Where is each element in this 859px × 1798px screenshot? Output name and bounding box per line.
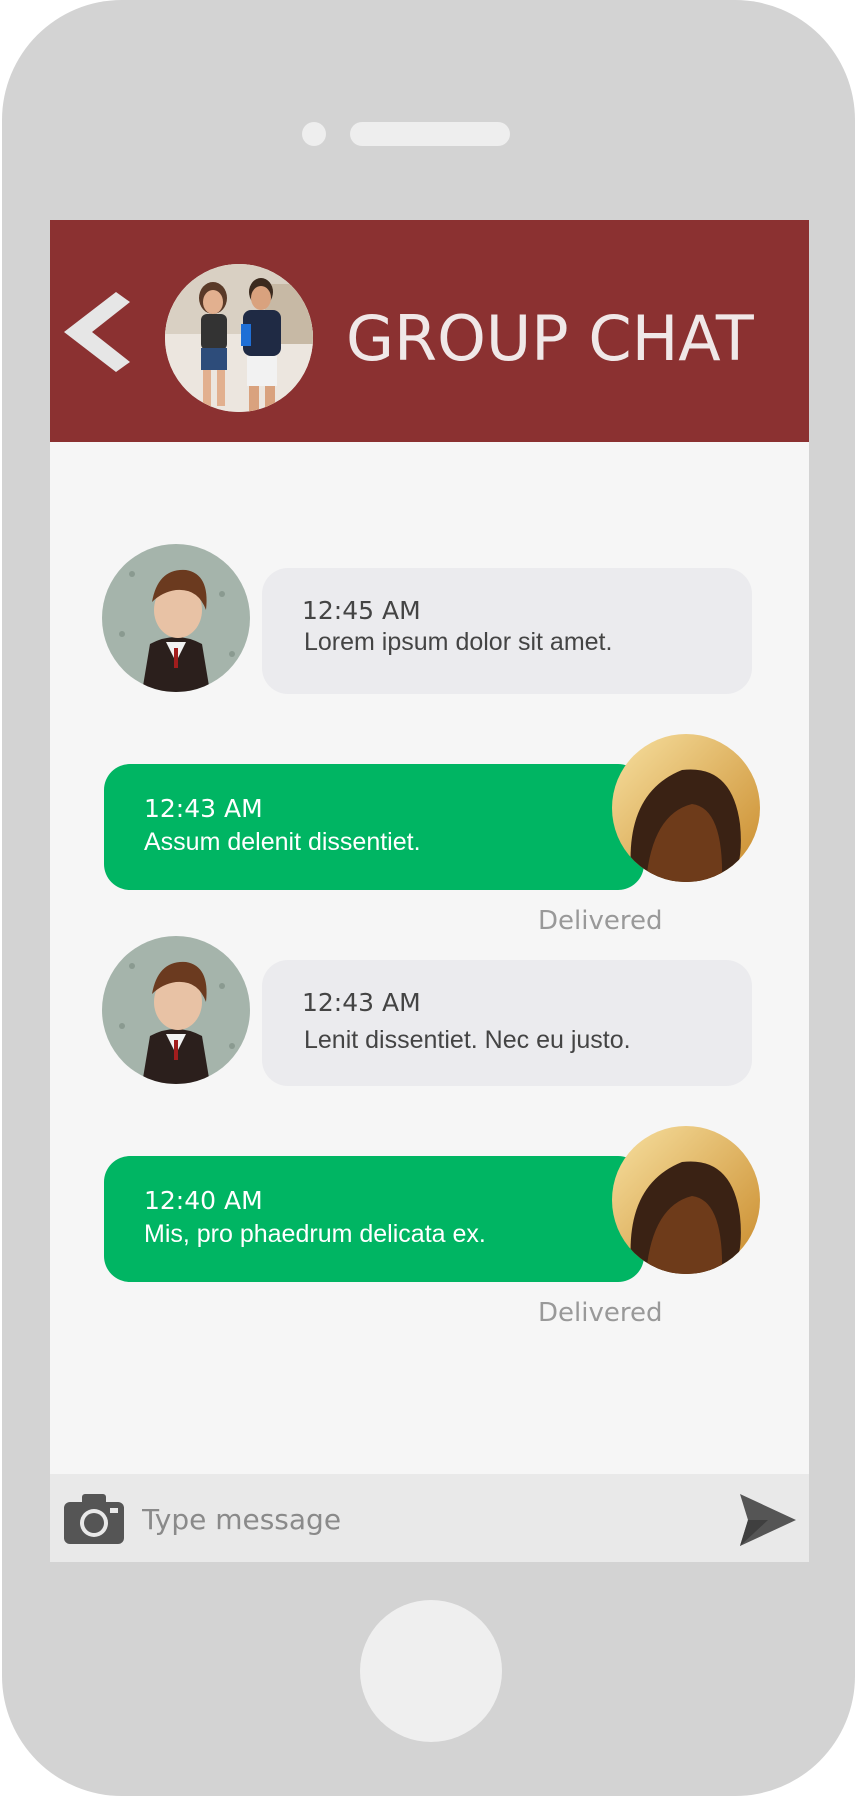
received-bubble[interactable]: 12:43 AM Lenit dissentiet. Nec eu justo.: [262, 960, 752, 1086]
delivery-status: Delivered: [538, 906, 663, 936]
message-row: 12:40 AM Mis, pro phaedrum delicata ex.: [50, 1126, 809, 1346]
message-row: 12:43 AM Assum delenit dissentiet. Deliv…: [50, 734, 809, 954]
message-time: 12:43 AM: [144, 794, 263, 823]
message-row: 12:43 AM Lenit dissentiet. Nec eu justo.: [50, 936, 809, 1096]
message-text: Mis, pro phaedrum delicata ex.: [144, 1220, 486, 1248]
boy-avatar[interactable]: [102, 544, 250, 692]
earpiece-speaker: [350, 122, 510, 146]
girl-avatar[interactable]: [612, 1126, 760, 1274]
message-time: 12:43 AM: [302, 988, 421, 1017]
message-text: Lorem ipsum dolor sit amet.: [304, 628, 613, 656]
group-avatar[interactable]: [165, 264, 313, 412]
chat-screen: GROUP CHAT 12:45 AM Lorem ipsum dolor si…: [50, 220, 809, 1562]
boy-avatar[interactable]: [102, 936, 250, 1084]
phone-frame: GROUP CHAT 12:45 AM Lorem ipsum dolor si…: [2, 0, 855, 1796]
page-title: GROUP CHAT: [346, 302, 754, 375]
message-composer: [50, 1474, 809, 1562]
message-time: 12:45 AM: [302, 596, 421, 625]
message-row: 12:45 AM Lorem ipsum dolor sit amet.: [50, 544, 809, 704]
message-text: Assum delenit dissentiet.: [144, 828, 421, 856]
sent-bubble[interactable]: 12:40 AM Mis, pro phaedrum delicata ex.: [104, 1156, 644, 1282]
home-button[interactable]: [360, 1600, 502, 1742]
camera-button[interactable]: [62, 1492, 126, 1546]
delivery-status: Delivered: [538, 1298, 663, 1328]
front-camera: [302, 122, 326, 146]
send-button[interactable]: [738, 1492, 798, 1548]
message-text: Lenit dissentiet. Nec eu justo.: [304, 1026, 631, 1054]
chat-header: GROUP CHAT: [50, 220, 809, 442]
chevron-left-icon: [64, 292, 130, 372]
send-icon: [740, 1494, 796, 1546]
girl-avatar[interactable]: [612, 734, 760, 882]
message-input[interactable]: [140, 1488, 724, 1550]
message-time: 12:40 AM: [144, 1186, 263, 1215]
received-bubble[interactable]: 12:45 AM Lorem ipsum dolor sit amet.: [262, 568, 752, 694]
back-button[interactable]: [64, 290, 134, 374]
sent-bubble[interactable]: 12:43 AM Assum delenit dissentiet.: [104, 764, 644, 890]
camera-icon: [64, 1494, 124, 1544]
